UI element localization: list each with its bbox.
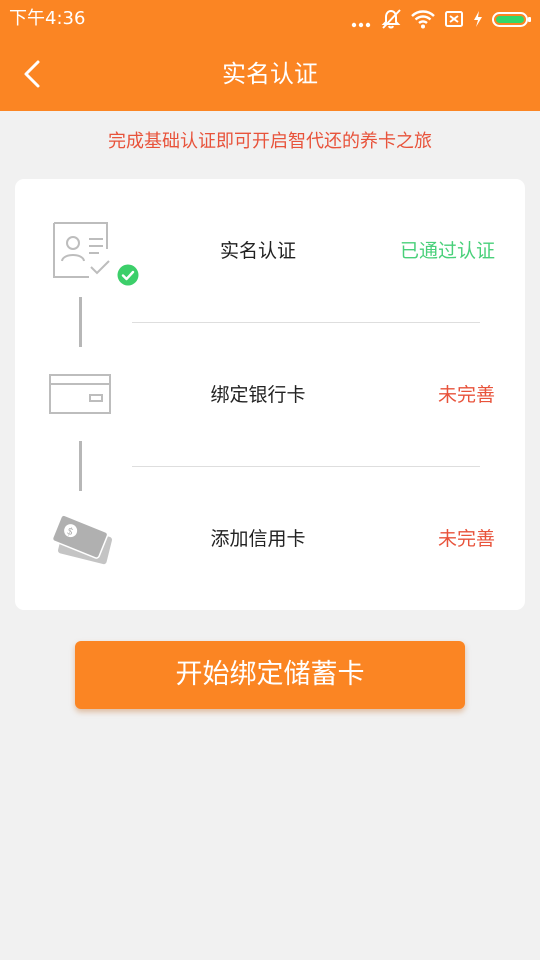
- battery-icon: [492, 7, 532, 31]
- charging-icon: [473, 7, 483, 31]
- step-status-verified: 已通过认证: [399, 240, 495, 262]
- step-connector: [79, 297, 82, 347]
- step-add-credit-card[interactable]: $ 添加信用卡 未完善: [15, 499, 525, 579]
- nav-bar: 实名认证: [0, 38, 540, 111]
- credit-cards-icon: $: [45, 499, 145, 579]
- step-label: 添加信用卡: [210, 528, 306, 550]
- verified-check-icon: [117, 264, 139, 286]
- step-connector: [79, 441, 82, 491]
- status-icons: [342, 6, 532, 32]
- step-real-name-verification[interactable]: 实名认证 已通过认证: [15, 211, 525, 291]
- divider: [132, 466, 480, 467]
- page-title: 实名认证: [222, 60, 318, 88]
- verification-steps-card: 实名认证 已通过认证 绑定银行卡 未完善 $ 添加信用卡 未完善: [15, 179, 525, 610]
- mute-icon: [380, 7, 402, 31]
- wifi-icon: [411, 7, 435, 31]
- step-bind-bank-card[interactable]: 绑定银行卡 未完善: [15, 355, 525, 435]
- step-status-incomplete: 未完善: [437, 384, 495, 406]
- start-bind-debit-card-button[interactable]: 开始绑定储蓄卡: [75, 641, 465, 709]
- divider: [132, 322, 480, 323]
- step-label: 实名认证: [219, 240, 296, 262]
- step-label: 绑定银行卡: [210, 384, 306, 406]
- step-status-incomplete: 未完善: [437, 528, 495, 550]
- status-bar: 下午4:36: [0, 0, 540, 38]
- more-dots-icon: [351, 7, 371, 31]
- app-header: 下午4:36 实名认证: [0, 0, 540, 111]
- status-time: 下午4:36: [9, 8, 86, 29]
- sim-error-icon: [444, 7, 464, 31]
- onboarding-notice: 完成基础认证即可开启智代还的养卡之旅: [108, 131, 432, 152]
- bank-card-icon: [45, 355, 145, 435]
- id-card-icon: [45, 211, 145, 291]
